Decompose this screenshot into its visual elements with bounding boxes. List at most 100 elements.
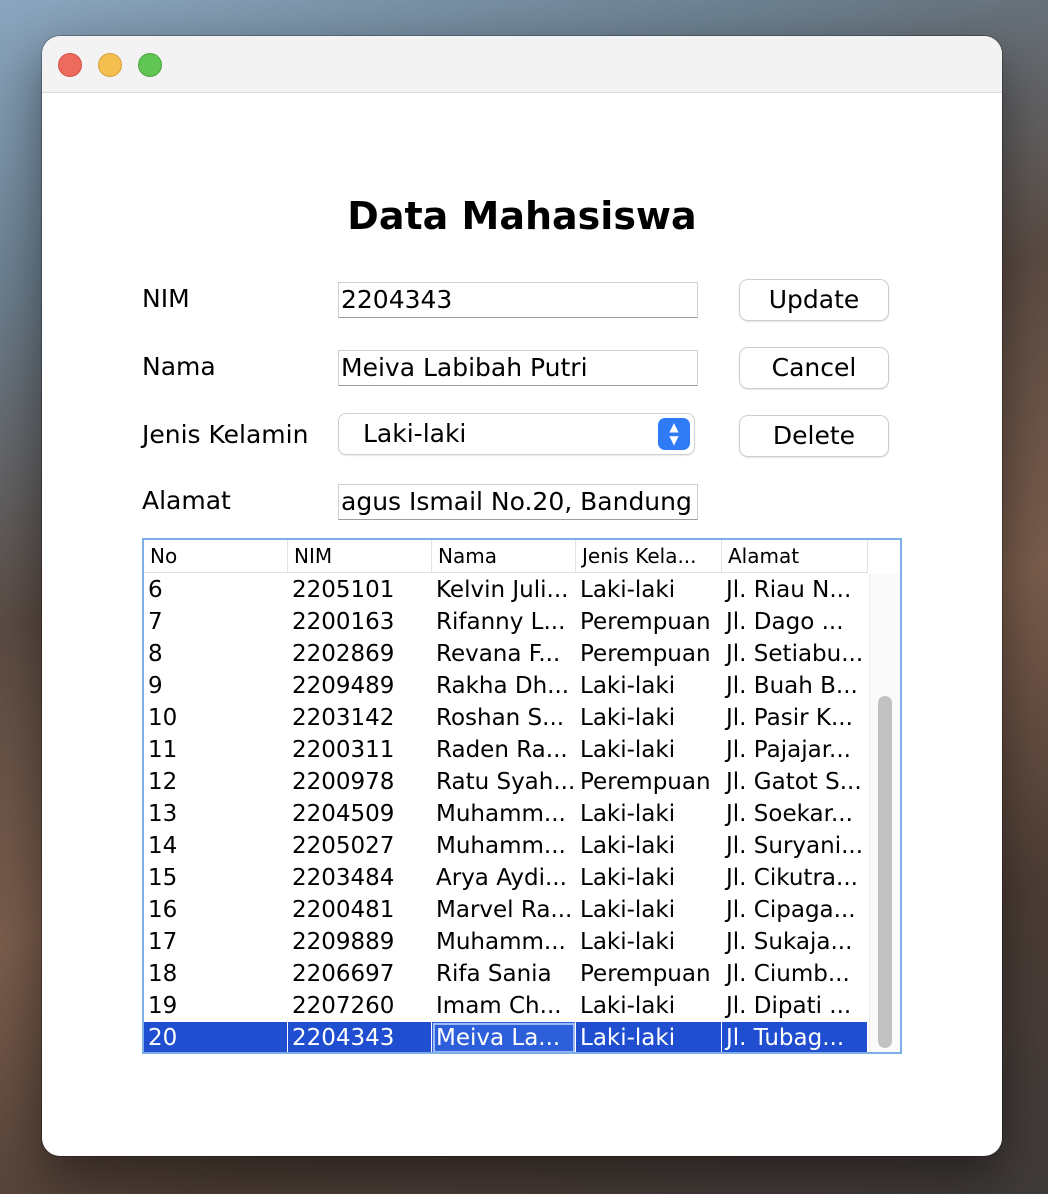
cell-jenis-kelamin[interactable]: Laki-laki	[576, 830, 722, 862]
vertical-scrollbar[interactable]	[869, 574, 900, 1052]
cell-nim[interactable]: 2200311	[288, 734, 432, 766]
alamat-field[interactable]: agus Ismail No.20, Bandung	[338, 484, 698, 520]
cell-alamat[interactable]: Jl. Gatot S...	[722, 766, 868, 798]
close-icon[interactable]	[58, 53, 82, 77]
table-row[interactable]: 14 2205027 Muhamm... Laki-laki Jl. Suryani..…	[144, 830, 868, 862]
cell-jenis-kelamin[interactable]: Laki-laki	[576, 734, 722, 766]
cell-nama[interactable]: Marvel Ra...	[432, 894, 576, 926]
cell-no[interactable]: 9	[144, 670, 288, 702]
cell-alamat[interactable]: Jl. Ciumb...	[722, 958, 868, 990]
cell-nama[interactable]: Rakha Dh...	[432, 670, 576, 702]
scrollbar-thumb[interactable]	[878, 696, 892, 1048]
table-row[interactable]: 18 2206697 Rifa Sania Perempuan Jl. Ciumb...	[144, 958, 868, 990]
cell-jenis-kelamin[interactable]: Perempuan	[576, 606, 722, 638]
update-button[interactable]: Update	[740, 280, 888, 320]
cell-alamat[interactable]: Jl. Pajajar...	[722, 734, 868, 766]
cell-nama[interactable]: Kelvin Juli...	[432, 574, 576, 606]
cell-nim[interactable]: 2203484	[288, 862, 432, 894]
cell-alamat[interactable]: Jl. Setiabu...	[722, 638, 868, 670]
cell-alamat[interactable]: Jl. Riau N...	[722, 574, 868, 606]
cell-no[interactable]: 8	[144, 638, 288, 670]
table-row[interactable]: 15 2203484 Arya Aydi... Laki-laki Jl. Cikutr…	[144, 862, 868, 894]
cell-nama[interactable]: Muhamm...	[432, 926, 576, 958]
cell-nama[interactable]: Muhamm...	[432, 798, 576, 830]
cell-jenis-kelamin[interactable]: Perempuan	[576, 958, 722, 990]
table-row[interactable]: 20 2204343 Meiva La... Laki-laki Jl. Tubag..…	[144, 1022, 868, 1052]
cell-nama[interactable]: Revana F...	[432, 638, 576, 670]
table-row[interactable]: 6 2205101 Kelvin Juli... Laki-laki Jl. Riau …	[144, 574, 868, 606]
cell-no[interactable]: 10	[144, 702, 288, 734]
cell-nim[interactable]: 2200481	[288, 894, 432, 926]
table-row[interactable]: 13 2204509 Muhamm... Laki-laki Jl. Soekar...	[144, 798, 868, 830]
cell-alamat[interactable]: Jl. Soekar...	[722, 798, 868, 830]
column-header-nim[interactable]: NIM	[288, 540, 432, 572]
cell-jenis-kelamin[interactable]: Perempuan	[576, 766, 722, 798]
mahasiswa-table[interactable]: No NIM Nama Jenis Kela... Alamat 6 220510…	[142, 538, 902, 1054]
cell-alamat[interactable]: Jl. Cipaga...	[722, 894, 868, 926]
cell-alamat[interactable]: Jl. Tubag...	[722, 1022, 868, 1052]
cell-nim[interactable]: 2204509	[288, 798, 432, 830]
cell-alamat[interactable]: Jl. Sukaja...	[722, 926, 868, 958]
cell-alamat[interactable]: Jl. Cikutra...	[722, 862, 868, 894]
cancel-button[interactable]: Cancel	[740, 348, 888, 388]
table-row[interactable]: 7 2200163 Rifanny L... Perempuan Jl. Dago ..…	[144, 606, 868, 638]
table-row[interactable]: 9 2209489 Rakha Dh... Laki-laki Jl. Buah B..…	[144, 670, 868, 702]
cell-nama[interactable]: Ratu Syah...	[432, 766, 576, 798]
cell-nim[interactable]: 2203142	[288, 702, 432, 734]
cell-no[interactable]: 20	[144, 1022, 288, 1052]
cell-nim[interactable]: 2209489	[288, 670, 432, 702]
cell-jenis-kelamin[interactable]: Laki-laki	[576, 702, 722, 734]
cell-jenis-kelamin[interactable]: Laki-laki	[576, 574, 722, 606]
cell-jenis-kelamin[interactable]: Laki-laki	[576, 1022, 722, 1052]
table-row[interactable]: 8 2202869 Revana F... Perempuan Jl. Setiabu.…	[144, 638, 868, 670]
cell-nim[interactable]: 2200163	[288, 606, 432, 638]
cell-no[interactable]: 15	[144, 862, 288, 894]
cell-nama[interactable]: Muhamm...	[432, 830, 576, 862]
jenis-kelamin-select[interactable]: Laki-laki ▲ ▼	[339, 414, 694, 454]
table-row[interactable]: 19 2207260 Imam Ch... Laki-laki Jl. Dipati .…	[144, 990, 868, 1022]
cell-nim[interactable]: 2207260	[288, 990, 432, 1022]
cell-jenis-kelamin[interactable]: Laki-laki	[576, 798, 722, 830]
cell-alamat[interactable]: Jl. Dago ...	[722, 606, 868, 638]
cell-nim[interactable]: 2209889	[288, 926, 432, 958]
cell-nama[interactable]: Rifa Sania	[432, 958, 576, 990]
cell-jenis-kelamin[interactable]: Laki-laki	[576, 862, 722, 894]
table-row[interactable]: 17 2209889 Muhamm... Laki-laki Jl. Sukaja...	[144, 926, 868, 958]
cell-nim[interactable]: 2202869	[288, 638, 432, 670]
cell-nama[interactable]: Rifanny L...	[432, 606, 576, 638]
column-header-alamat[interactable]: Alamat	[722, 540, 868, 572]
cell-no[interactable]: 7	[144, 606, 288, 638]
table-row[interactable]: 16 2200481 Marvel Ra... Laki-laki Jl. Cipaga…	[144, 894, 868, 926]
cell-nim[interactable]: 2205027	[288, 830, 432, 862]
cell-alamat[interactable]: Jl. Pasir K...	[722, 702, 868, 734]
cell-alamat[interactable]: Jl. Buah B...	[722, 670, 868, 702]
cell-no[interactable]: 11	[144, 734, 288, 766]
cell-jenis-kelamin[interactable]: Laki-laki	[576, 894, 722, 926]
cell-alamat[interactable]: Jl. Suryani...	[722, 830, 868, 862]
cell-no[interactable]: 12	[144, 766, 288, 798]
cell-no[interactable]: 14	[144, 830, 288, 862]
cell-no[interactable]: 6	[144, 574, 288, 606]
zoom-icon[interactable]	[138, 53, 162, 77]
nim-field[interactable]: 2204343	[338, 282, 698, 318]
table-row[interactable]: 10 2203142 Roshan S... Laki-laki Jl. Pasir K…	[144, 702, 868, 734]
cell-nim[interactable]: 2200978	[288, 766, 432, 798]
cell-jenis-kelamin[interactable]: Laki-laki	[576, 926, 722, 958]
cell-nama[interactable]: Imam Ch...	[432, 990, 576, 1022]
cell-nama[interactable]: Roshan S...	[432, 702, 576, 734]
cell-alamat[interactable]: Jl. Dipati ...	[722, 990, 868, 1022]
delete-button[interactable]: Delete	[740, 416, 888, 456]
column-header-jenis-kelamin[interactable]: Jenis Kela...	[576, 540, 722, 572]
column-header-nama[interactable]: Nama	[432, 540, 576, 572]
table-row[interactable]: 12 2200978 Ratu Syah... Perempuan Jl. Gatot …	[144, 766, 868, 798]
table-row[interactable]: 11 2200311 Raden Ra... Laki-laki Jl. Pajajar…	[144, 734, 868, 766]
cell-jenis-kelamin[interactable]: Laki-laki	[576, 990, 722, 1022]
cell-nim[interactable]: 2205101	[288, 574, 432, 606]
cell-no[interactable]: 17	[144, 926, 288, 958]
cell-jenis-kelamin[interactable]: Perempuan	[576, 638, 722, 670]
cell-nama[interactable]: Arya Aydi...	[432, 862, 576, 894]
cell-jenis-kelamin[interactable]: Laki-laki	[576, 670, 722, 702]
cell-no[interactable]: 18	[144, 958, 288, 990]
cell-nama[interactable]: Raden Ra...	[432, 734, 576, 766]
minimize-icon[interactable]	[98, 53, 122, 77]
